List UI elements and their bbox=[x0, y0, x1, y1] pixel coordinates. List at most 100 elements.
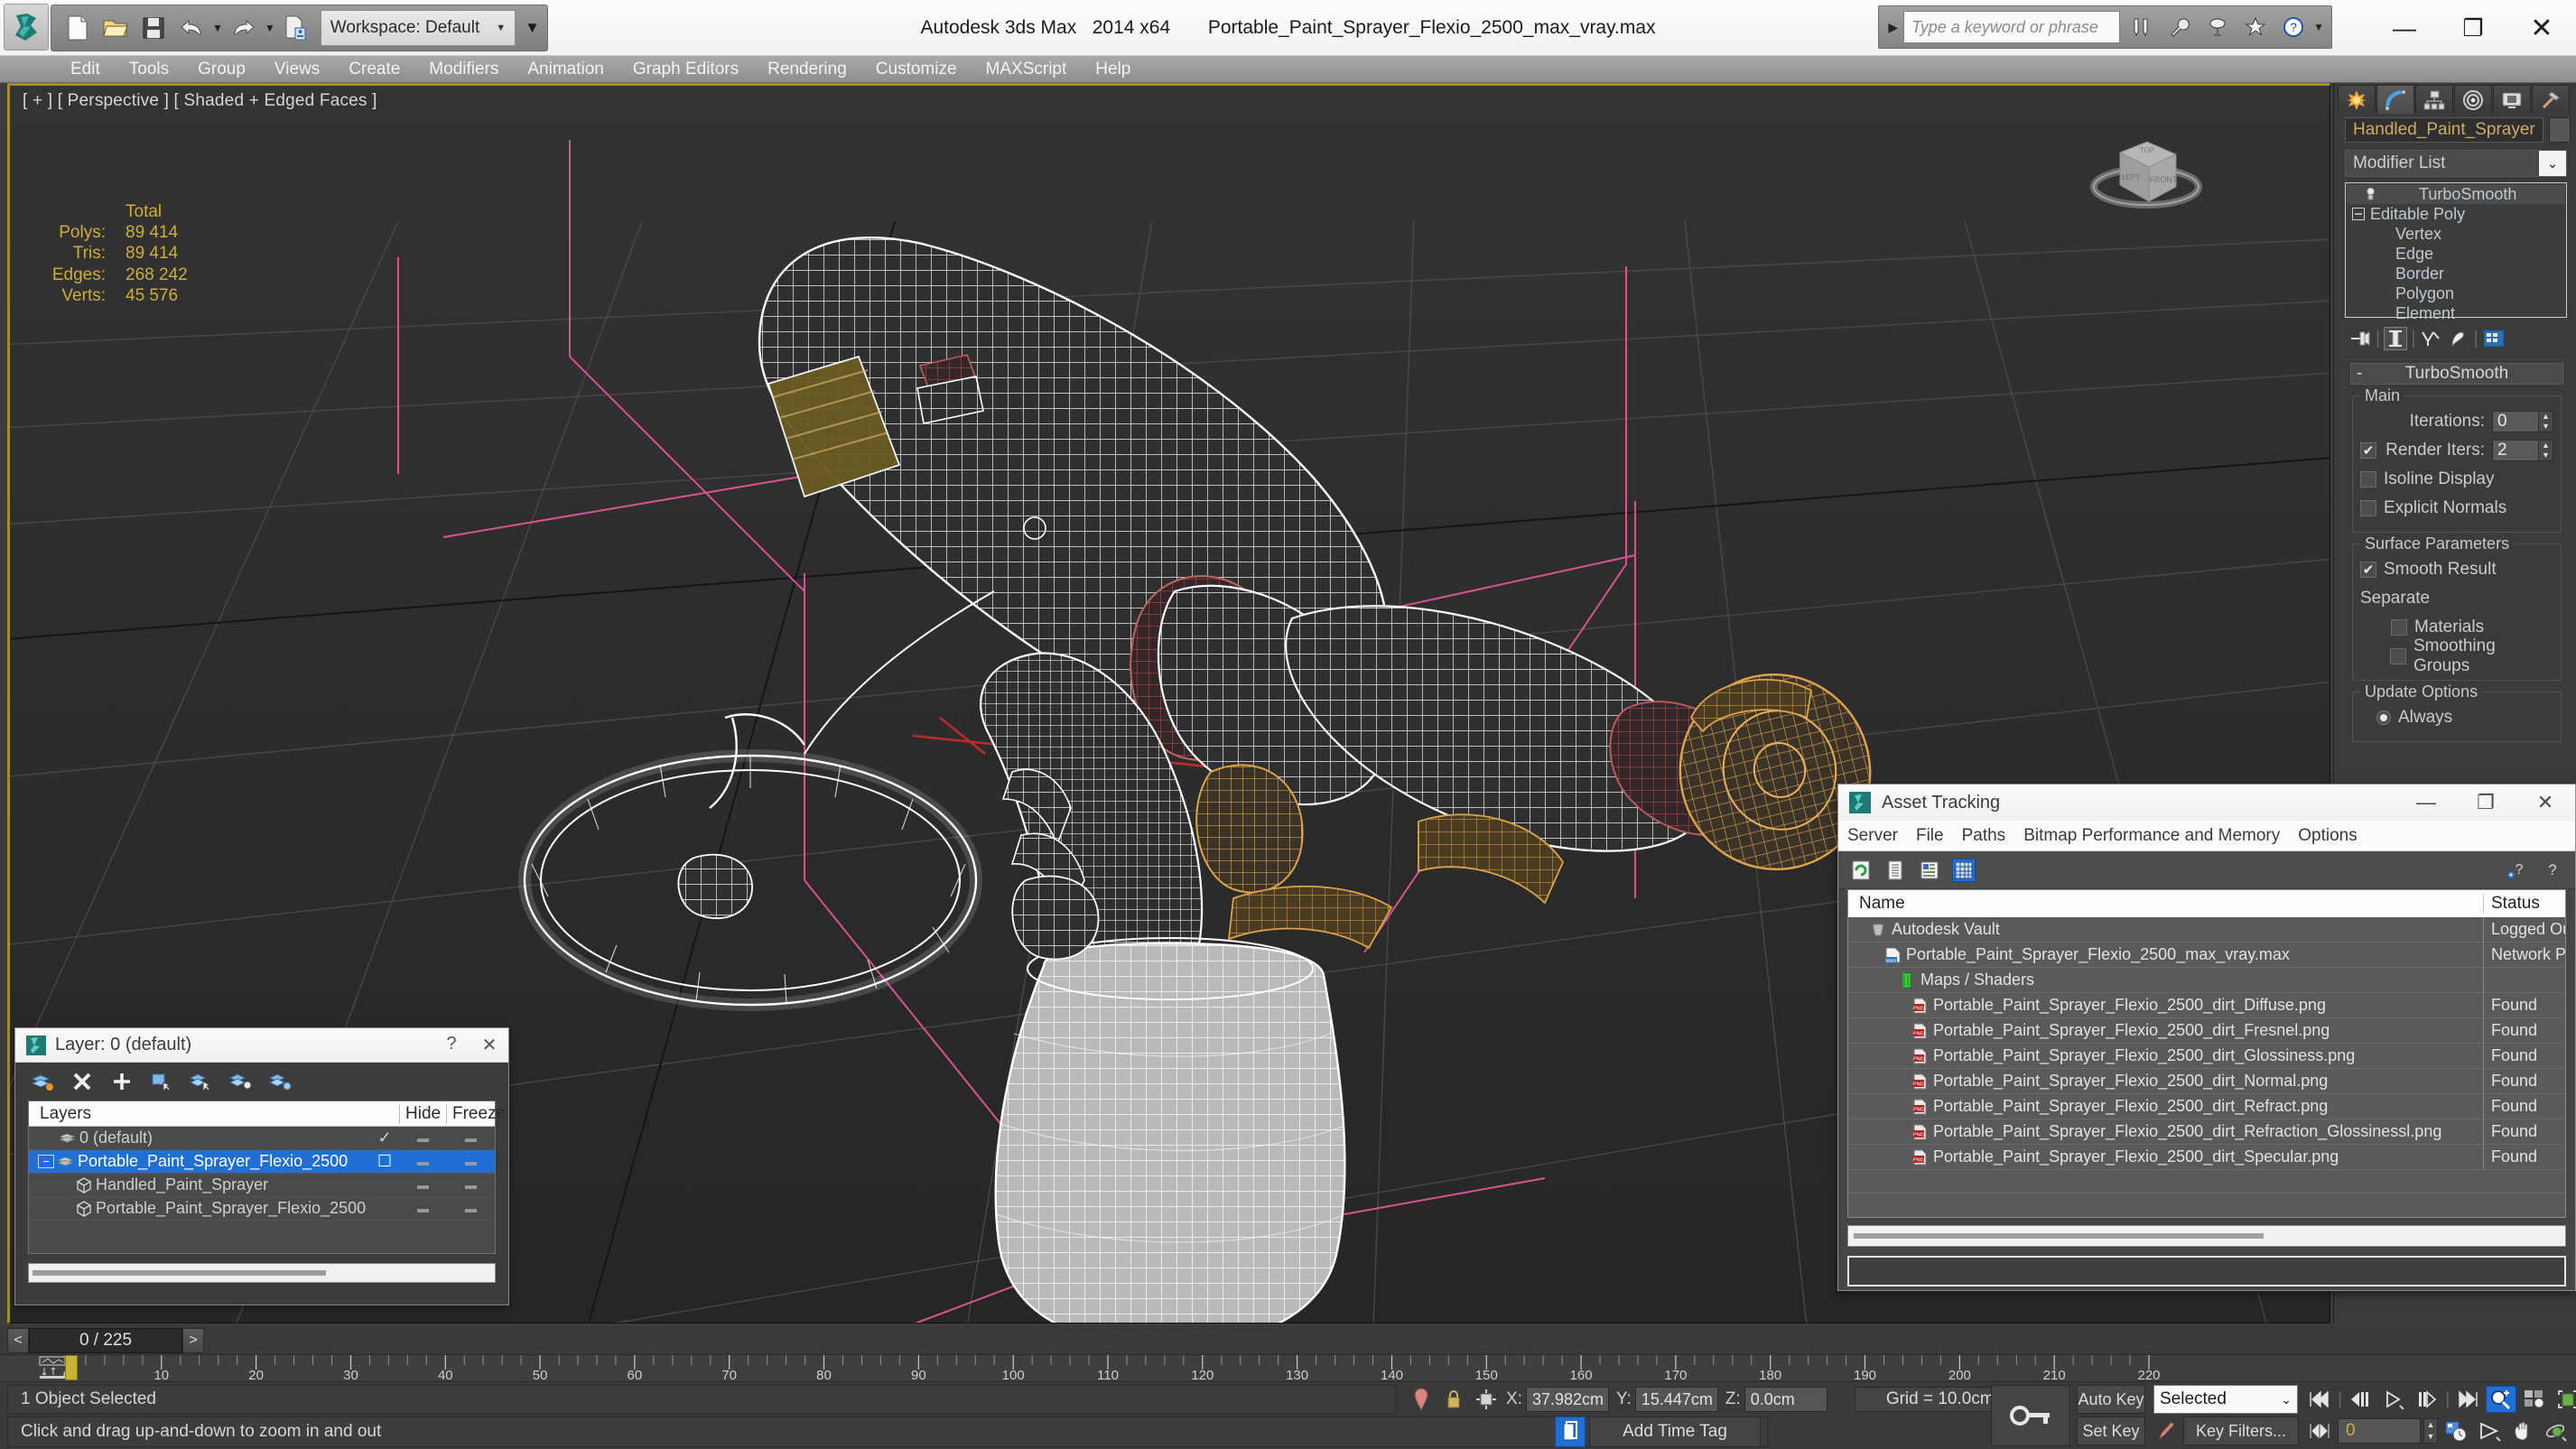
checkbox-materials[interactable] bbox=[2391, 619, 2407, 636]
menu-item-maxscript[interactable]: MAXScript bbox=[972, 56, 1082, 83]
menu-item-customize[interactable]: Customize bbox=[861, 56, 972, 83]
motion-tab-icon[interactable] bbox=[2454, 85, 2492, 114]
asset-menu-bitmap-performance-and-memory[interactable]: Bitmap Performance and Memory bbox=[2014, 826, 2289, 846]
asset-menu-paths[interactable]: Paths bbox=[1953, 826, 2015, 846]
key-mode-dropdown[interactable]: Selected ⌄ bbox=[2153, 1385, 2298, 1414]
menu-item-animation[interactable]: Animation bbox=[513, 56, 618, 83]
z-field[interactable]: 0.0cm bbox=[1744, 1387, 1827, 1412]
expander-icon[interactable]: − bbox=[38, 1155, 54, 1168]
time-tag-icon[interactable] bbox=[1555, 1416, 1586, 1447]
asset-row[interactable]: MAX Portable_Paint_Sprayer_Flexio_2500_ma… bbox=[1848, 943, 2565, 968]
asset-row[interactable]: Autodesk Vault Logged Out bbox=[1848, 917, 2565, 943]
chevron-down-icon[interactable]: ⌄ bbox=[2539, 151, 2566, 176]
modifier-stack-item-turbosmooth[interactable]: TurboSmooth bbox=[2347, 184, 2565, 204]
time-slider-handle[interactable] bbox=[65, 1355, 78, 1380]
asset-menu-file[interactable]: File bbox=[1907, 826, 1953, 846]
layer-list-hscrollbar[interactable] bbox=[28, 1263, 496, 1283]
remove-modifier-icon[interactable] bbox=[2446, 327, 2469, 350]
layer-row[interactable]: − Portable_Paint_Sprayer_Flexio_2500 ☐ ▬ ▬ bbox=[29, 1150, 495, 1174]
prev-frame-button[interactable]: < bbox=[7, 1328, 29, 1353]
zoom-extents-selected-icon[interactable] bbox=[2553, 1386, 2576, 1413]
asset-menu-options[interactable]: Options bbox=[2289, 826, 2366, 846]
orbit-icon[interactable] bbox=[2541, 1417, 2571, 1444]
workspace-selector[interactable]: Workspace: Default ▼ bbox=[320, 9, 516, 46]
key-mode-toggle-icon[interactable] bbox=[2304, 1417, 2335, 1444]
viewport-label[interactable]: [ + ] [ Perspective ] [ Shaded + Edged F… bbox=[23, 91, 377, 111]
open-file-icon[interactable] bbox=[98, 10, 133, 46]
object-name-field[interactable]: Handled_Paint_Sprayer bbox=[2345, 117, 2543, 143]
select-highlighted-objects-icon[interactable] bbox=[189, 1069, 214, 1094]
menu-item-graph-editors[interactable]: Graph Editors bbox=[618, 56, 753, 83]
collapse-box-icon[interactable] bbox=[2352, 208, 2370, 220]
select-objects-in-layer-icon[interactable] bbox=[149, 1069, 174, 1094]
layer-hide-toggle[interactable]: ▬ bbox=[399, 1155, 446, 1168]
pan-view-icon[interactable] bbox=[2507, 1417, 2538, 1444]
layer-hide-toggle[interactable]: ▬ bbox=[399, 1202, 446, 1215]
next-frame-icon[interactable] bbox=[2412, 1386, 2442, 1413]
asset-minimize-button[interactable]: — bbox=[2396, 791, 2456, 814]
modifier-stack-item-border[interactable]: Border bbox=[2347, 264, 2565, 283]
undo-icon[interactable] bbox=[174, 10, 209, 46]
layer-list[interactable]: Layers Hide Freeze 0 (default) ✓ ▬ ▬ − Portab… bbox=[28, 1101, 506, 1254]
asset-list-hscrollbar[interactable] bbox=[1847, 1225, 2566, 1247]
menu-item-group[interactable]: Group bbox=[183, 56, 260, 83]
z-coordinate[interactable]: Z: 0.0cm bbox=[1725, 1387, 1827, 1412]
new-file-icon[interactable] bbox=[60, 10, 95, 46]
layer-row[interactable]: Portable_Paint_Sprayer_Flexio_2500 ▬ ▬ bbox=[29, 1197, 495, 1221]
go-to-end-icon[interactable] bbox=[2452, 1386, 2483, 1413]
menu-item-edit[interactable]: Edit bbox=[56, 56, 115, 83]
go-to-start-icon[interactable] bbox=[2304, 1386, 2335, 1413]
time-configuration-icon[interactable] bbox=[2441, 1417, 2471, 1444]
hide-unhide-layer-icon[interactable] bbox=[268, 1069, 293, 1094]
play-animation-icon[interactable] bbox=[2378, 1386, 2409, 1413]
pin-stack-icon[interactable] bbox=[2348, 327, 2372, 350]
asset-maximize-button[interactable]: ❐ bbox=[2456, 791, 2516, 814]
spinner-iterations[interactable]: 0 ▲ ▼ bbox=[2492, 411, 2553, 432]
asset-list[interactable]: Name Status Autodesk Vault Logged Out MAX P… bbox=[1847, 889, 2566, 1218]
field-of-view-icon[interactable] bbox=[2474, 1417, 2505, 1444]
x-field[interactable]: 37.982cm bbox=[1525, 1387, 1609, 1412]
layer-freeze-toggle[interactable]: ▬ bbox=[446, 1178, 495, 1192]
frame-spinner[interactable]: ▲ ▼ bbox=[2423, 1418, 2438, 1444]
menu-item-views[interactable]: Views bbox=[260, 56, 334, 83]
frame-field[interactable]: 0 bbox=[2338, 1418, 2421, 1444]
track-bar-icon[interactable] bbox=[36, 1356, 69, 1379]
layer-dialog-help-button[interactable]: ? bbox=[432, 1034, 470, 1056]
zoom-region-icon[interactable] bbox=[2486, 1386, 2517, 1413]
modifier-stack-item-vertex[interactable]: Vertex bbox=[2347, 224, 2565, 244]
key-toggle-button[interactable] bbox=[1991, 1385, 2070, 1446]
turbosmooth-rollout-header[interactable]: - TurboSmooth bbox=[2350, 363, 2563, 385]
communication-center-icon[interactable] bbox=[2201, 11, 2234, 43]
redo-dropdown-icon[interactable]: ▼ bbox=[265, 22, 275, 34]
redo-icon[interactable] bbox=[227, 10, 261, 46]
viewcube[interactable]: TOP LEFT FRONT bbox=[2088, 122, 2205, 221]
modifier-stack-item-edge[interactable]: Edge bbox=[2347, 244, 2565, 264]
asset-row[interactable]: PNG Portable_Paint_Sprayer_Flexio_2500_di… bbox=[1848, 993, 2565, 1018]
modifier-stack[interactable]: TurboSmooth Editable Poly Vertex Edge Border… bbox=[2345, 182, 2567, 322]
set-key-button[interactable]: Set Key bbox=[2077, 1416, 2145, 1445]
menu-item-modifiers[interactable]: Modifiers bbox=[414, 56, 513, 83]
spinner-arrows[interactable]: ▲ ▼ bbox=[2539, 411, 2553, 432]
modifier-list-dropdown[interactable]: Modifier List ⌄ bbox=[2345, 150, 2567, 177]
key-filters-button[interactable]: Key Filters... bbox=[2183, 1416, 2299, 1445]
checkbox-render-iters[interactable]: ✔ bbox=[2360, 442, 2376, 459]
layer-row[interactable]: Handled_Paint_Sprayer ▬ ▬ bbox=[29, 1174, 495, 1197]
zoom-extents-icon[interactable] bbox=[2519, 1386, 2550, 1413]
layer-current-toggle[interactable]: ☐ bbox=[370, 1152, 399, 1171]
layer-freeze-toggle[interactable]: ▬ bbox=[446, 1202, 495, 1215]
search-input[interactable]: Type a keyword or phrase bbox=[1903, 11, 2121, 43]
display-tab-icon[interactable] bbox=[2493, 85, 2531, 114]
make-unique-icon[interactable] bbox=[2419, 327, 2442, 350]
asset-menu-server[interactable]: Server bbox=[1838, 826, 1907, 846]
y-coordinate[interactable]: Y: 15.447cm bbox=[1616, 1387, 1718, 1412]
checkbox-isoline-display[interactable] bbox=[2360, 471, 2376, 488]
close-button[interactable]: ✕ bbox=[2507, 0, 2576, 56]
chevron-down-icon[interactable]: ⌄ bbox=[2281, 1392, 2297, 1407]
spinner-arrows[interactable]: ▲ ▼ bbox=[2539, 440, 2553, 461]
modifier-stack-item-polygon[interactable]: Polygon bbox=[2347, 283, 2565, 303]
show-end-result-icon[interactable] bbox=[2384, 327, 2408, 350]
modifier-stack-item-editable-poly[interactable]: Editable Poly bbox=[2347, 204, 2565, 224]
layer-row[interactable]: 0 (default) ✓ ▬ ▬ bbox=[29, 1127, 495, 1150]
undo-dropdown-icon[interactable]: ▼ bbox=[212, 22, 223, 34]
layer-freeze-toggle[interactable]: ▬ bbox=[446, 1155, 495, 1168]
